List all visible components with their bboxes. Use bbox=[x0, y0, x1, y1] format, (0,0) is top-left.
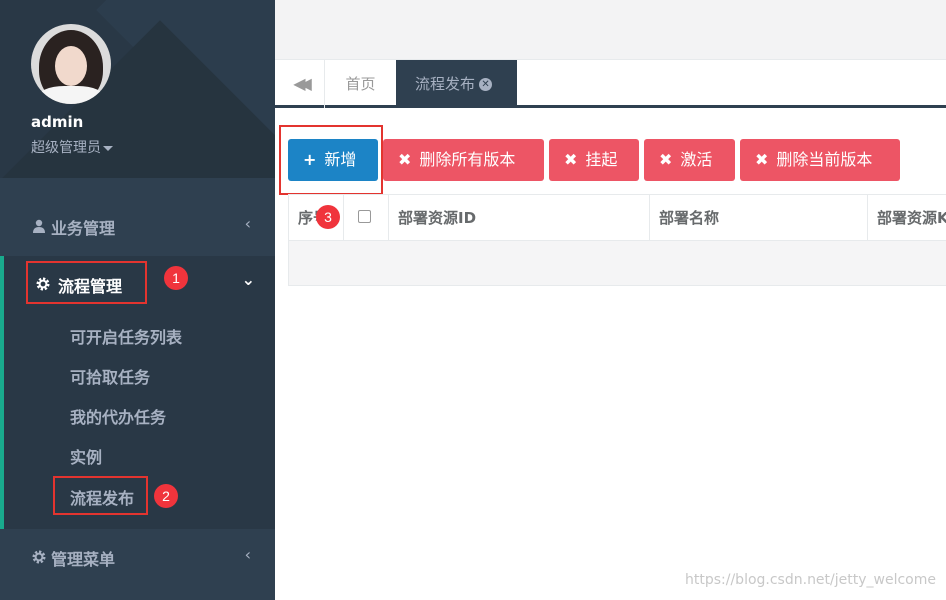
user-name: admin bbox=[31, 113, 84, 131]
annotation-badge: 2 bbox=[154, 484, 178, 508]
scroll-tabs-left-button[interactable]: ◀◀ bbox=[275, 60, 325, 108]
sidebar-item-claimable-tasks[interactable]: 可拾取任务 bbox=[70, 364, 150, 388]
suspend-button[interactable]: ✖ 挂起 bbox=[549, 139, 639, 181]
delete-current-version-button[interactable]: ✖ 删除当前版本 bbox=[740, 139, 900, 181]
nav-item-business[interactable]: 业务管理 ‹ bbox=[0, 199, 275, 253]
cross-icon: ✖ bbox=[755, 150, 769, 169]
top-header bbox=[275, 0, 946, 60]
tab-bar: ◀◀ 首页 流程发布 ✕ bbox=[275, 60, 946, 108]
annotation-badge: 3 bbox=[316, 205, 340, 229]
activate-button-label: 激活 bbox=[680, 150, 713, 169]
cross-icon: ✖ bbox=[398, 150, 412, 169]
nav-item-business-label: 业务管理 bbox=[51, 219, 116, 238]
avatar[interactable] bbox=[31, 24, 111, 104]
deployments-table: 序号 部署资源ID 部署名称 部署资源KEY bbox=[288, 194, 946, 286]
close-icon[interactable]: ✕ bbox=[479, 78, 493, 91]
column-header-resource-id[interactable]: 部署资源ID bbox=[389, 195, 650, 241]
cross-icon: ✖ bbox=[564, 150, 578, 169]
chevron-left-icon: ‹ bbox=[244, 214, 251, 233]
avatar-shirt bbox=[37, 86, 105, 104]
column-header-deploy-name[interactable]: 部署名称 bbox=[650, 195, 868, 241]
user-icon bbox=[33, 219, 45, 233]
avatar-face bbox=[55, 46, 87, 86]
nav-item-admin-menu[interactable]: 管理菜单 ‹ bbox=[0, 530, 275, 584]
gear-icon bbox=[32, 550, 46, 564]
annotation-badge: 1 bbox=[164, 266, 188, 290]
table-header: 序号 部署资源ID 部署名称 部署资源KEY bbox=[289, 195, 946, 241]
column-header-select bbox=[344, 195, 389, 241]
sidebar-item-instances[interactable]: 实例 bbox=[70, 444, 102, 468]
annotation-box bbox=[53, 476, 148, 515]
table-empty-row bbox=[289, 241, 946, 285]
suspend-button-label: 挂起 bbox=[585, 150, 618, 169]
cross-icon: ✖ bbox=[659, 150, 673, 169]
chevron-left-icon: ‹ bbox=[244, 545, 251, 564]
nav-item-admin-menu-label: 管理菜单 bbox=[51, 550, 116, 569]
profile-panel: admin 超级管理员 bbox=[0, 0, 275, 178]
sidebar-item-my-todo-tasks[interactable]: 我的代办任务 bbox=[70, 404, 166, 428]
delete-current-version-label: 删除当前版本 bbox=[776, 150, 873, 169]
activate-button[interactable]: ✖ 激活 bbox=[644, 139, 735, 181]
user-role-label: 超级管理员 bbox=[31, 140, 101, 156]
chevron-down-icon: ⌄ bbox=[241, 270, 255, 289]
caret-down-icon bbox=[103, 145, 113, 151]
sidebar-item-startable-tasks[interactable]: 可开启任务列表 bbox=[70, 324, 182, 348]
delete-all-versions-button[interactable]: ✖ 删除所有版本 bbox=[383, 139, 544, 181]
tab-process-deploy[interactable]: 流程发布 ✕ bbox=[396, 60, 517, 108]
annotation-box bbox=[26, 261, 147, 304]
column-header-resource-key[interactable]: 部署资源KEY bbox=[868, 195, 946, 241]
tab-home[interactable]: 首页 bbox=[325, 60, 397, 108]
select-all-checkbox[interactable] bbox=[358, 210, 371, 223]
delete-all-versions-label: 删除所有版本 bbox=[419, 150, 516, 169]
user-role-dropdown[interactable]: 超级管理员 bbox=[31, 137, 113, 157]
tab-process-deploy-label: 流程发布 bbox=[415, 75, 476, 93]
watermark: https://blog.csdn.net/jetty_welcome bbox=[685, 572, 936, 588]
annotation-box bbox=[279, 125, 383, 195]
